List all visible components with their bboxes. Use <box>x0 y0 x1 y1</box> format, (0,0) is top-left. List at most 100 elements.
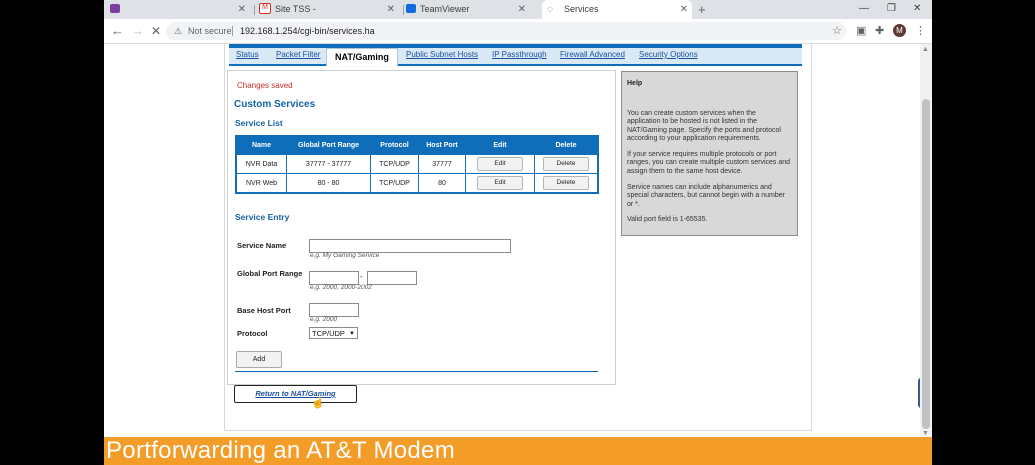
table-row: NVR Data 37777 - 37777 TCP/UDP 37777 Edi… <box>235 154 599 174</box>
extensions-icon[interactable]: ✚ <box>875 19 884 43</box>
port-range-hint: e.g. 2000, 2000-2002 <box>310 284 372 291</box>
video-caption-banner: Portforwarding an AT&T Modem <box>104 437 932 465</box>
row-protocol: TCP/UDP <box>370 173 419 194</box>
scroll-up-icon[interactable]: ▲ <box>922 46 929 53</box>
hand-cursor-icon: ☝ <box>311 397 325 409</box>
edit-button[interactable]: Edit <box>477 157 523 171</box>
subnav-ip-passthrough[interactable]: IP Passthrough <box>492 48 547 62</box>
tab-separator <box>403 5 404 15</box>
right-letterbox <box>932 0 1035 465</box>
mail-icon <box>110 4 120 14</box>
protocol-select[interactable]: TCP/UDP ▼ <box>309 327 358 339</box>
row-host-port: 37777 <box>418 154 466 174</box>
page-title: Custom Services <box>234 99 316 110</box>
left-letterbox <box>0 0 104 465</box>
close-tab-icon[interactable]: ✕ <box>387 0 395 19</box>
row-port-range: 80 - 80 <box>286 173 371 194</box>
col-delete: Delete <box>534 135 599 155</box>
protocol-label: Protocol <box>237 329 268 338</box>
table-header-row: Name Global Port Range Protocol Host Por… <box>235 135 599 155</box>
subnav-nat-gaming[interactable]: NAT/Gaming <box>326 48 398 66</box>
tab-strip: ✕ M Site TSS - ✕ TeamViewer ✕ ◌ Services … <box>104 0 932 19</box>
port-range-label: Global Port Range <box>237 269 303 278</box>
service-name-hint: e.g. My Gaming Service <box>310 252 380 259</box>
table-row: NVR Web 80 - 80 TCP/UDP 80 Edit Delete <box>235 173 599 194</box>
service-list-heading: Service List <box>235 118 283 128</box>
add-button[interactable]: Add <box>236 351 282 368</box>
page-scrollbar[interactable]: ▲ ▼ <box>920 44 932 465</box>
tab-site-tss[interactable]: M Site TSS - ✕ <box>259 0 399 19</box>
minimize-icon[interactable]: — <box>859 0 869 17</box>
edit-button[interactable]: Edit <box>477 176 523 190</box>
help-panel: Help You can create custom services when… <box>621 71 798 236</box>
service-name-label: Service Name <box>237 241 287 250</box>
host-port-input[interactable] <box>309 303 359 317</box>
maximize-icon[interactable]: ❐ <box>887 0 896 17</box>
subnav-security-options[interactable]: Security Options <box>639 48 698 62</box>
row-protocol: TCP/UDP <box>370 154 419 174</box>
col-name: Name <box>235 135 287 155</box>
close-tab-icon[interactable]: ✕ <box>680 0 688 19</box>
tab-services[interactable]: ◌ Services ✕ <box>542 0 692 19</box>
return-to-nat-gaming-button[interactable]: Return to NAT/Gaming <box>234 385 357 403</box>
delete-button[interactable]: Delete <box>543 176 589 190</box>
bookmark-star-icon[interactable]: ☆ <box>832 22 842 40</box>
address-separator <box>232 26 233 36</box>
subnav-firewall-advanced[interactable]: Firewall Advanced <box>560 48 625 62</box>
row-name: NVR Web <box>235 173 287 194</box>
port-range-end-input[interactable] <box>367 271 417 285</box>
col-edit: Edit <box>465 135 535 155</box>
help-paragraph: Valid port field is 1-65535. <box>627 216 708 223</box>
menu-dots-icon[interactable]: ⋮ <box>915 19 926 43</box>
stop-loading-icon[interactable]: ✕ <box>151 19 161 43</box>
row-port-range: 37777 - 37777 <box>286 154 371 174</box>
help-paragraph: You can create custom services when the … <box>627 110 781 142</box>
port-range-separator: - <box>360 272 363 281</box>
subnav-status[interactable]: Status <box>236 48 259 62</box>
scroll-down-icon[interactable]: ▼ <box>922 430 929 437</box>
service-table: Name Global Port Range Protocol Host Por… <box>235 135 599 194</box>
help-title: Help <box>627 80 643 87</box>
globe-icon: ◌ <box>547 4 553 15</box>
page-viewport: Status Packet Filter NAT/Gaming Public S… <box>104 44 920 465</box>
gmail-icon: M <box>259 3 271 15</box>
scrollbar-thumb[interactable] <box>922 99 930 429</box>
form-divider <box>235 371 598 372</box>
host-port-hint: e.g. 2000 <box>310 316 338 323</box>
col-host-port: Host Port <box>418 135 466 155</box>
service-name-input[interactable] <box>309 239 511 253</box>
row-name: NVR Data <box>235 154 287 174</box>
subnav-packet-filter[interactable]: Packet Filter <box>276 48 320 62</box>
help-paragraph: Service names can include alphanumerics … <box>627 184 785 208</box>
host-port-label: Base Host Port <box>237 306 291 315</box>
nat-subnav: Status Packet Filter NAT/Gaming Public S… <box>229 48 802 66</box>
close-tab-icon[interactable]: ✕ <box>518 0 526 19</box>
close-tab-icon[interactable]: ✕ <box>238 0 246 19</box>
teamviewer-icon <box>406 4 416 14</box>
status-message: Changes saved <box>237 81 293 90</box>
caption-text: Portforwarding an AT&T Modem <box>106 437 455 464</box>
address-bar[interactable]: ⚠ Not secure 192.168.1.254/cgi-bin/servi… <box>166 22 846 40</box>
chevron-down-icon: ▼ <box>349 331 355 337</box>
forward-icon[interactable]: → <box>131 19 144 43</box>
avatar[interactable]: M <box>893 24 906 37</box>
close-window-icon[interactable]: ✕ <box>913 0 921 17</box>
row-host-port: 80 <box>418 173 466 194</box>
back-icon[interactable]: ← <box>111 19 124 43</box>
tab-separator <box>254 5 255 15</box>
browser-window: ✕ M Site TSS - ✕ TeamViewer ✕ ◌ Services … <box>104 0 932 465</box>
service-entry-heading: Service Entry <box>235 212 290 222</box>
new-tab-icon[interactable]: + <box>698 0 706 19</box>
cast-icon[interactable]: ▣ <box>856 19 866 43</box>
col-protocol: Protocol <box>370 135 419 155</box>
url-text[interactable]: 192.168.1.254/cgi-bin/services.ha <box>240 22 375 40</box>
content-panel <box>227 70 616 385</box>
browser-toolbar: ← → ✕ ⚠ Not secure 192.168.1.254/cgi-bin… <box>104 19 932 44</box>
tab-mail[interactable]: ✕ <box>110 0 250 19</box>
subnav-public-subnet-hosts[interactable]: Public Subnet Hosts <box>406 48 478 62</box>
col-port-range: Global Port Range <box>286 135 371 155</box>
warning-icon: ⚠ <box>174 26 183 36</box>
tab-teamviewer[interactable]: TeamViewer ✕ <box>406 0 530 19</box>
port-range-start-input[interactable] <box>309 271 359 285</box>
delete-button[interactable]: Delete <box>543 157 589 171</box>
